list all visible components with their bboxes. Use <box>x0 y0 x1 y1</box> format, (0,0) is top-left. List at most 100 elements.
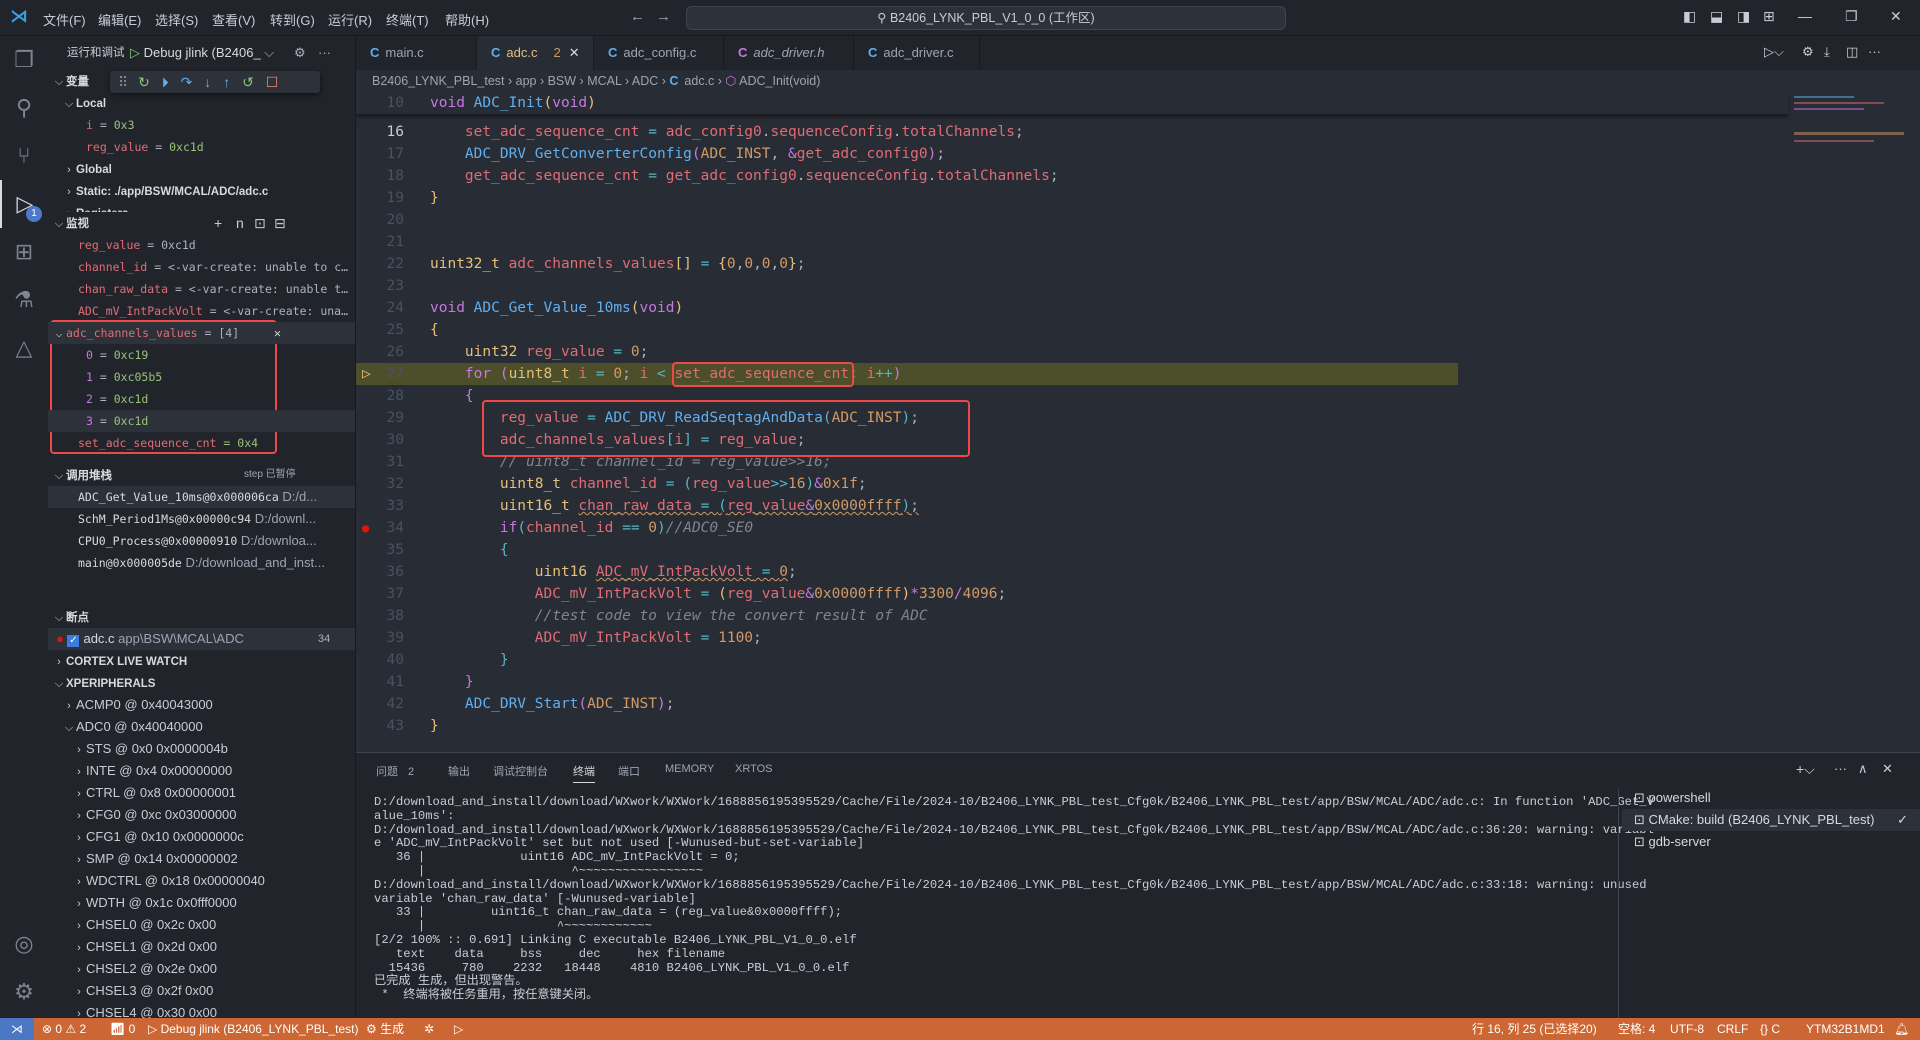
add-watch-icon[interactable]: + <box>214 212 222 234</box>
more-actions-icon[interactable]: ··· <box>1868 44 1881 59</box>
menu-item[interactable]: 编辑(E) <box>98 10 141 29</box>
gear-icon[interactable]: ⚙ <box>294 42 314 64</box>
stack-frame[interactable]: ADC_Get_Value_10ms@0x000006ca D:/d... <box>48 486 355 508</box>
breadcrumb-item[interactable]: ADC_Init(void) <box>739 74 820 88</box>
register-item[interactable]: › WDCTRL @ 0x18 0x00000040 <box>48 870 355 892</box>
tab-adc-c[interactable]: Cadc.c 2 ✕ <box>477 36 594 70</box>
debug-config-select[interactable]: ▷ Debug jlink (B2406_ ⌵ <box>130 42 290 64</box>
scope-local[interactable]: ⌵ Local <box>48 92 355 114</box>
files-icon[interactable]: ❐ <box>0 36 48 84</box>
variables-header[interactable]: ⌵ 变量 <box>48 70 355 92</box>
stack-frame[interactable]: main@0x000005de D:/download_and_inst... <box>48 552 355 574</box>
command-center-search[interactable]: ⚲ B2406_LYNK_PBL_V1_0_0 (工作区) <box>686 6 1286 30</box>
target-device[interactable]: YTM32B1MD1 <box>1806 1018 1885 1040</box>
breakpoint-icon[interactable]: ● <box>362 517 369 539</box>
menu-item[interactable]: 帮助(H) <box>445 10 489 29</box>
breadcrumb-item[interactable]: B2406_LYNK_PBL_test <box>372 74 505 88</box>
register-item[interactable]: › CHSEL2 @ 0x2e 0x00 <box>48 958 355 980</box>
register-item[interactable]: › CFG1 @ 0x10 0x0000000c <box>48 826 355 848</box>
breadcrumb-item[interactable]: adc.c <box>684 74 714 88</box>
variable-item[interactable]: reg_value = 0xc1d <box>48 136 355 158</box>
register-item[interactable]: › CHSEL4 @ 0x30 0x00 <box>48 1002 355 1018</box>
register-item[interactable]: › CFG0 @ 0xc 0x03000000 <box>48 804 355 826</box>
panel-tab[interactable]: 终端 <box>573 763 595 783</box>
line-ending[interactable]: CRLF <box>1717 1018 1748 1040</box>
scope-registers[interactable]: ›Registers <box>48 202 355 212</box>
menu-item[interactable]: 终端(T) <box>386 10 429 29</box>
breakpoint-checkbox[interactable]: ✓ <box>67 635 80 647</box>
start-debugging-icon[interactable]: ▷ <box>130 45 144 60</box>
array-element[interactable]: 0 = 0xc19 <box>48 344 355 366</box>
minimize-button[interactable]: — <box>1798 8 1812 24</box>
remove-all-icon[interactable]: ⊟ <box>274 212 286 234</box>
new-terminal-icon[interactable]: +⌵ <box>1796 761 1815 778</box>
watch-item[interactable]: channel_id = <-var-create: unable to c… <box>48 256 355 278</box>
panel-tab[interactable]: 输出 <box>448 763 470 779</box>
terminal-instance[interactable]: ⊡ gdb-server <box>1622 831 1920 853</box>
toggle-sidebar-icon[interactable]: ◧ <box>1683 8 1696 25</box>
settings-icon[interactable]: ⚙ <box>0 968 48 1016</box>
breakpoint-item[interactable]: ● ✓ adc.c app\BSW\MCAL\ADC 34 <box>48 628 355 650</box>
tab-main-c[interactable]: Cmain.c <box>356 36 477 70</box>
panel-tab[interactable]: 调试控制台 <box>493 763 548 779</box>
menu-item[interactable]: 文件(F) <box>43 10 86 29</box>
breadcrumb-item[interactable]: app <box>516 74 537 88</box>
run-debug-file-icon[interactable]: ▷⌵ <box>1764 44 1784 60</box>
array-element[interactable]: 1 = 0xc05b5 <box>48 366 355 388</box>
tab-adc_driver-h[interactable]: Cadc_driver.h <box>724 36 854 70</box>
panel-tab[interactable]: 问题 2 <box>376 763 414 779</box>
testing-icon[interactable]: ⚗ <box>0 276 48 324</box>
customize-layout-icon[interactable]: ⊞ <box>1763 8 1775 25</box>
maximize-panel-icon[interactable]: ∧ <box>1858 761 1868 777</box>
cmake-icon[interactable]: △ <box>0 324 48 372</box>
encoding[interactable]: UTF-8 <box>1670 1018 1704 1040</box>
remote-icon[interactable]: ⋊ <box>0 1018 34 1040</box>
menu-item[interactable]: 查看(V) <box>212 10 255 29</box>
scope-global[interactable]: › Global <box>48 158 355 180</box>
collapse-icon[interactable]: ⊡ <box>254 212 266 234</box>
menu-item[interactable]: 运行(R) <box>328 10 372 29</box>
run-debug-icon[interactable]: ▷ 1 <box>0 180 48 228</box>
watch-item[interactable]: reg_value = 0xc1d <box>48 234 355 256</box>
cortex-live-watch-header[interactable]: › CORTEX LIVE WATCH <box>48 650 355 672</box>
breakpoints-header[interactable]: ⌵ 断点 <box>48 606 355 628</box>
indentation[interactable]: 空格: 4 <box>1618 1018 1655 1040</box>
stack-frame[interactable]: SchM_Period1Ms@0x00000c94 D:/downl... <box>48 508 355 530</box>
more-actions-icon[interactable]: ··· <box>318 42 338 64</box>
ports-status[interactable]: 📶︎ 0 <box>110 1018 135 1040</box>
restore-button[interactable]: ❐ <box>1845 8 1858 25</box>
back-button[interactable]: ← <box>630 8 645 25</box>
watch-item-array[interactable]: ⌵ adc_channels_values = [4] ✕ <box>48 322 355 344</box>
callstack-header[interactable]: ⌵ 调用堆栈 step 已暂停 <box>48 464 355 486</box>
debug-status[interactable]: ▷ Debug jlink (B2406_LYNK_PBL_test) <box>148 1018 358 1040</box>
terminal-instance[interactable]: ⊡ CMake: build (B2406_LYNK_PBL_test) ✓ <box>1622 809 1920 831</box>
register-item[interactable]: › SMP @ 0x14 0x00000002 <box>48 848 355 870</box>
menu-item[interactable]: 转到(G) <box>270 10 315 29</box>
xperipherals-header[interactable]: ⌵ XPERIPHERALS <box>48 672 355 694</box>
gear-icon[interactable]: ⚙ <box>1802 44 1814 60</box>
variable-item[interactable]: i = 0x3 <box>48 114 355 136</box>
register-item[interactable]: › CTRL @ 0x8 0x00000001 <box>48 782 355 804</box>
toggle-icon[interactable]: n <box>236 212 244 234</box>
close-window-button[interactable]: ✕ <box>1890 8 1902 25</box>
scope-static[interactable]: › Static: ./app/BSW/MCAL/ADC/adc.c <box>48 180 355 202</box>
extensions-icon[interactable]: ⊞ <box>0 228 48 276</box>
register-item[interactable]: › CHSEL0 @ 0x2c 0x00 <box>48 914 355 936</box>
register-item[interactable]: › STS @ 0x0 0x0000004b <box>48 738 355 760</box>
register-item[interactable]: › INTE @ 0x4 0x00000000 <box>48 760 355 782</box>
forward-button[interactable]: → <box>656 8 671 25</box>
close-tab-icon[interactable]: ✕ <box>569 45 580 60</box>
panel-tab[interactable]: XRTOS <box>735 763 773 775</box>
close-panel-icon[interactable]: ✕ <box>1882 761 1893 777</box>
breadcrumb-item[interactable]: BSW <box>548 74 576 88</box>
remove-watch-icon[interactable]: ✕ <box>274 322 281 344</box>
menu-item[interactable]: 选择(S) <box>155 10 198 29</box>
search-icon[interactable]: ⚲ <box>0 84 48 132</box>
bug-icon[interactable]: ✲ <box>424 1018 434 1040</box>
cursor-position[interactable]: 行 16, 列 25 (已选择20) <box>1472 1018 1597 1040</box>
tab-adc_driver-c[interactable]: Cadc_driver.c <box>854 36 980 70</box>
toggle-panel-icon[interactable]: ⬓ <box>1710 8 1723 25</box>
breadcrumb-item[interactable]: MCAL <box>587 74 621 88</box>
watch-item[interactable]: chan_raw_data = <-var-create: unable t… <box>48 278 355 300</box>
build-button[interactable]: ⚙ 生成 <box>366 1018 404 1040</box>
